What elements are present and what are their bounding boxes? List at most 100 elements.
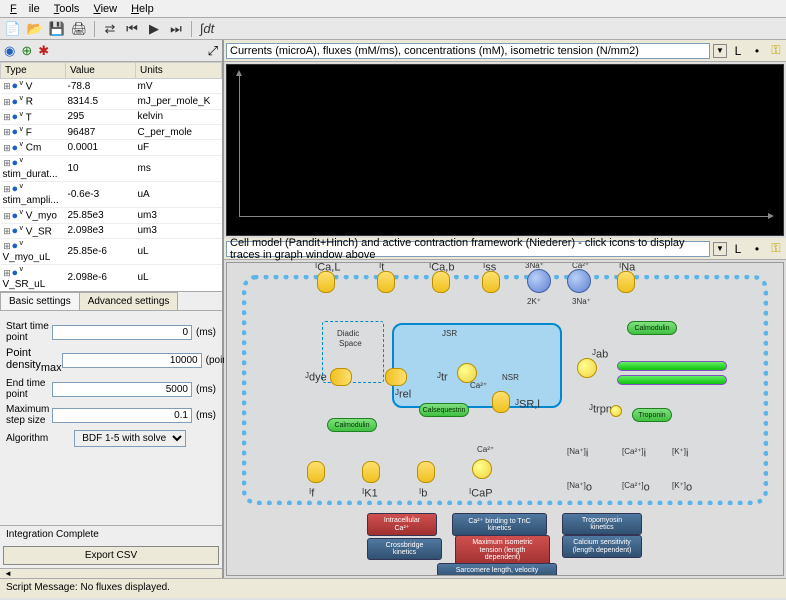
settings-panel: Start time point (ms) Point densitymax (… bbox=[0, 311, 222, 457]
plot-combo[interactable]: Currents (microA), fluxes (mM/ms), conce… bbox=[226, 43, 710, 59]
open-icon[interactable]: 📂 bbox=[26, 20, 44, 38]
table-row[interactable]: ⊞●v R8314.5mJ_per_mole_K bbox=[1, 94, 222, 109]
step-unit: (ms) bbox=[192, 410, 216, 421]
sphere-3na[interactable] bbox=[527, 269, 551, 293]
channel-ina[interactable] bbox=[617, 271, 635, 293]
menu-tools[interactable]: Tools bbox=[48, 2, 86, 15]
param-table[interactable]: Type Value Units ⊞●v V-78.8mV⊞●v R8314.5… bbox=[0, 62, 222, 292]
troponin[interactable]: Troponin bbox=[632, 408, 672, 422]
col-units[interactable]: Units bbox=[136, 63, 222, 79]
menu-help[interactable]: Help bbox=[125, 2, 160, 15]
right-panel: Currents (microA), fluxes (mM/ms), conce… bbox=[224, 40, 786, 578]
channel-iss[interactable] bbox=[482, 271, 500, 293]
table-row[interactable]: ⊞●v F96487C_per_mole bbox=[1, 124, 222, 139]
ca-small[interactable] bbox=[610, 405, 622, 417]
tab-basic[interactable]: Basic settings bbox=[0, 292, 80, 310]
channel-ib[interactable] bbox=[417, 461, 435, 483]
step-input[interactable] bbox=[52, 408, 192, 423]
box-sarco[interactable]: Sarcomere length, velocity bbox=[437, 563, 557, 576]
jab-sphere[interactable] bbox=[577, 358, 597, 378]
jsr-compartment: JSRNSR bbox=[392, 323, 562, 408]
table-row[interactable]: ⊞●v V_myo25.85e3um3 bbox=[1, 208, 222, 223]
box-intra-ca[interactable]: Intracellular Ca²⁺ bbox=[367, 513, 437, 536]
expand-icon[interactable]: ⤢ bbox=[208, 43, 218, 59]
table-row[interactable]: ⊞●v V-78.8mV bbox=[1, 79, 222, 94]
L-icon[interactable]: L bbox=[730, 43, 746, 59]
table-row[interactable]: ⊞●v stim_ampli...-0.6e-3uA bbox=[1, 181, 222, 207]
box-tnc[interactable]: Ca²⁺ binding to TnC kinetics bbox=[452, 513, 547, 536]
table-row[interactable]: ⊞●v T295kelvin bbox=[1, 109, 222, 124]
channel-it[interactable] bbox=[377, 271, 395, 293]
new-icon[interactable]: 📄 bbox=[4, 20, 22, 38]
end-label: End time point bbox=[6, 378, 52, 400]
box-tropo[interactable]: Tropomyosin kinetics bbox=[562, 513, 642, 535]
algo-select[interactable]: BDF 1-5 with solve bbox=[74, 430, 186, 447]
channel-icab[interactable] bbox=[432, 271, 450, 293]
algo-label: Algorithm bbox=[6, 433, 74, 444]
table-row[interactable]: ⊞●v V_myo_uL25.85e-6uL bbox=[1, 238, 222, 264]
integral-icon[interactable]: ∫dt bbox=[198, 20, 216, 38]
diagram-toolbar: Cell model (Pandit+Hinch) and active con… bbox=[224, 238, 786, 260]
channel-jtr[interactable] bbox=[492, 391, 510, 413]
left-panel: ◉ ⊕ ✱ ⤢ Type Value Units ⊞●v V-78.8mV⊞●v… bbox=[0, 40, 224, 578]
start-unit: (ms) bbox=[192, 327, 216, 338]
export-csv-button[interactable]: Export CSV bbox=[3, 546, 219, 565]
box-calsens[interactable]: Calcium sensitivity (length dependent) bbox=[562, 535, 642, 558]
L-icon[interactable]: L bbox=[730, 241, 746, 257]
end-input[interactable] bbox=[52, 382, 192, 397]
menubar: File Tools View Help bbox=[0, 0, 786, 18]
nsr-sphere[interactable] bbox=[457, 363, 477, 383]
filament1[interactable] bbox=[617, 361, 727, 371]
chevron-down-icon[interactable]: ▼ bbox=[713, 44, 727, 58]
channel-ik1[interactable] bbox=[362, 461, 380, 483]
table-row[interactable]: ⊞●v Cm0.0001uF bbox=[1, 140, 222, 155]
channel-ical[interactable] bbox=[317, 271, 335, 293]
print-icon[interactable]: 🖨 bbox=[70, 20, 88, 38]
skip-next-icon[interactable]: ⏭ bbox=[167, 20, 185, 38]
key-icon[interactable]: ⚿ bbox=[768, 241, 784, 257]
calsequestrin[interactable]: Calsequestrin bbox=[419, 403, 469, 417]
toolbar: 📄 📂 💾 🖨 ⇄ ⏮ ▶ ⏭ ∫dt bbox=[0, 18, 786, 40]
plot-toolbar: Currents (microA), fluxes (mM/ms), conce… bbox=[224, 40, 786, 62]
density-label: Point densitymax bbox=[6, 347, 62, 374]
box-cross[interactable]: Crossbridge kinetics bbox=[367, 538, 442, 560]
step-label: Maximum step size bbox=[6, 404, 52, 426]
table-row[interactable]: ⊞●v stim_durat...10ms bbox=[1, 155, 222, 181]
table-row[interactable]: ⊞●v V_SR2.098e3um3 bbox=[1, 223, 222, 238]
chevron-down-icon[interactable]: ▼ bbox=[713, 242, 727, 256]
menu-view[interactable]: View bbox=[87, 2, 123, 15]
cell-diagram[interactable]: JSRNSR Diadic Space ICa,L It ICa,b Iss 3… bbox=[226, 262, 784, 576]
globe-icon[interactable]: ⊕ bbox=[21, 43, 32, 59]
left-toolbar: ◉ ⊕ ✱ ⤢ bbox=[0, 40, 222, 62]
diagram-combo[interactable]: Cell model (Pandit+Hinch) and active con… bbox=[226, 241, 710, 257]
col-type[interactable]: Type bbox=[1, 63, 66, 79]
calmodulin[interactable]: Calmodulin bbox=[327, 418, 377, 432]
menu-file[interactable]: File bbox=[4, 2, 46, 15]
end-unit: (ms) bbox=[192, 384, 216, 395]
eye-icon[interactable]: ◉ bbox=[4, 43, 15, 59]
sphere-cap[interactable] bbox=[472, 459, 492, 479]
col-value[interactable]: Value bbox=[66, 63, 136, 79]
plot-area[interactable] bbox=[226, 64, 784, 236]
key-icon[interactable]: ⚿ bbox=[768, 43, 784, 59]
table-row[interactable]: ⊞●v V_SR_uL2.098e-6uL bbox=[1, 265, 222, 291]
statusbar: Script Message: No fluxes displayed. bbox=[0, 578, 786, 598]
channel-jdye[interactable] bbox=[330, 368, 352, 386]
filament2[interactable] bbox=[617, 375, 727, 385]
sphere-ca[interactable] bbox=[567, 269, 591, 293]
settings-tabs: Basic settings Advanced settings bbox=[0, 292, 222, 311]
dot-icon[interactable]: • bbox=[749, 241, 765, 257]
refresh-icon[interactable]: ✱ bbox=[38, 43, 49, 59]
box-maxten[interactable]: Maximum isometric tension (length depend… bbox=[455, 535, 550, 566]
skip-prev-icon[interactable]: ⏮ bbox=[123, 20, 141, 38]
calmodulin2[interactable]: Calmodulin bbox=[627, 321, 677, 335]
channel-if[interactable] bbox=[307, 461, 325, 483]
save-icon[interactable]: 💾 bbox=[48, 20, 66, 38]
density-input[interactable] bbox=[62, 353, 202, 368]
channel-ca-int[interactable] bbox=[385, 368, 407, 386]
dot-icon[interactable]: • bbox=[749, 43, 765, 59]
start-input[interactable] bbox=[52, 325, 192, 340]
play-icon[interactable]: ▶ bbox=[145, 20, 163, 38]
tab-advanced[interactable]: Advanced settings bbox=[79, 292, 179, 310]
exchange-icon[interactable]: ⇄ bbox=[101, 20, 119, 38]
